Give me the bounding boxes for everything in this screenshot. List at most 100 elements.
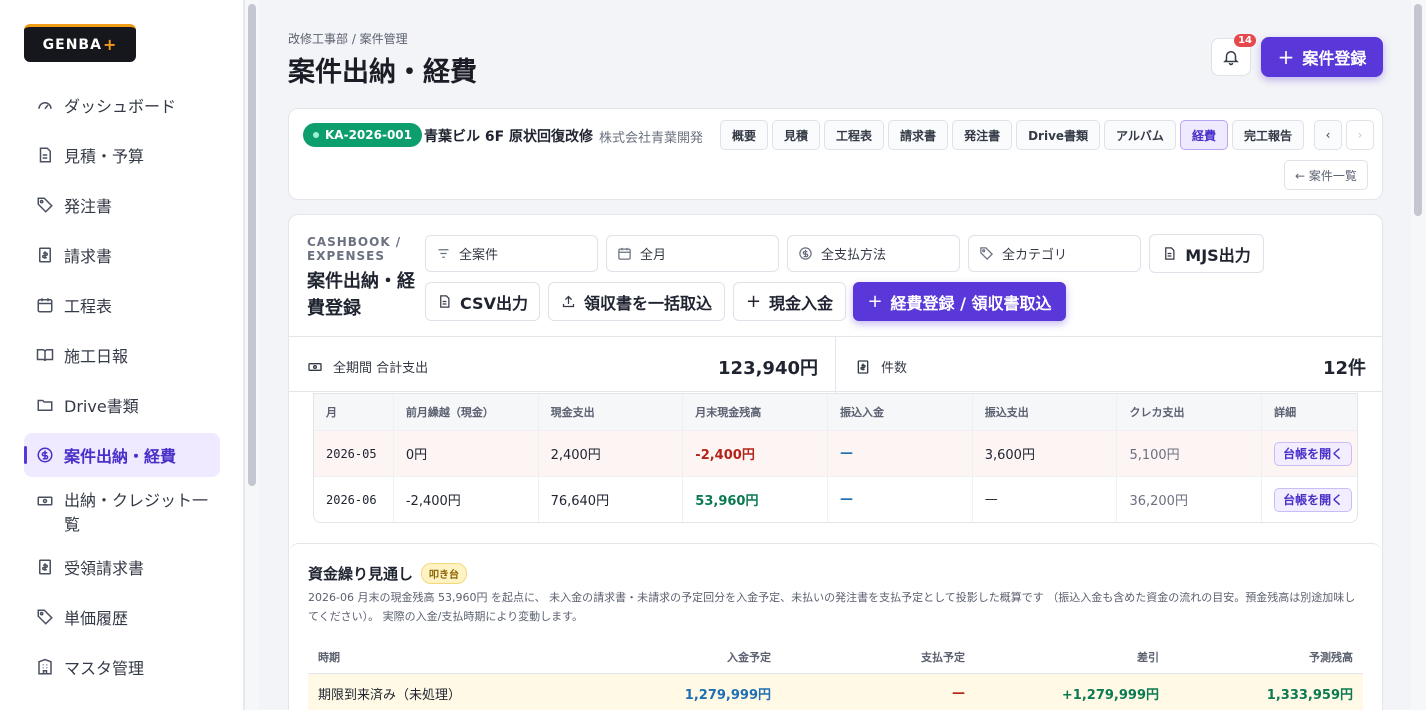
month-cell: 2026-06 [314, 477, 394, 522]
tabs-prev-button[interactable]: ‹ [1313, 120, 1342, 150]
column-header: 月末現金残高 [683, 394, 829, 430]
forecast-title-text: 資金繰り見通し [308, 565, 414, 583]
tag-icon [979, 246, 994, 261]
sidebar-item-label: 単価履歴 [64, 609, 129, 628]
total-expense-label: 全期間 合計支出 [307, 357, 428, 376]
tab-estimate[interactable]: 見積 [772, 120, 821, 150]
sidebar-item-received-invoice[interactable]: 受領請求書 [24, 545, 220, 589]
sidebar-item-cash-credit-list[interactable]: 出納・クレジット一覧 [24, 483, 220, 539]
project-filter-select[interactable]: 全案件 [425, 235, 598, 272]
invoice-icon [36, 558, 54, 576]
tab-overview[interactable]: 概要 [720, 120, 769, 150]
tab-schedule[interactable]: 工程表 [824, 120, 885, 150]
forecast-table: 時期 入金予定 支払予定 差引 予測残高 期限到来済み（未処理） 1,279,9… [308, 640, 1363, 710]
sidebar-item-price-history[interactable]: 単価履歴 [24, 595, 220, 639]
sidebar-item-drive[interactable]: Drive書類 [24, 383, 220, 427]
carry-over-cell: -2,400円 [394, 477, 539, 522]
total-expense-label-text: 全期間 合計支出 [333, 361, 429, 376]
card-expense-cell: 5,100円 [1117, 431, 1263, 476]
tab-drive[interactable]: Drive書類 [1016, 120, 1101, 150]
column-header: 振込入金 [828, 394, 973, 430]
sidebar-item-label: 工程表 [64, 297, 113, 316]
book-icon [36, 346, 54, 364]
notification-button[interactable]: 14 [1211, 34, 1256, 76]
table-header-row: 月 前月繰越（現金） 現金支出 月末現金残高 振込入金 振込支出 クレカ支出 詳… [314, 394, 1357, 430]
sidebar-item-purchase-order[interactable]: 発注書 [24, 183, 220, 227]
project-tabs: 概要 見積 工程表 請求書 発注書 Drive書類 アルバム 経費 完工報告 ‹… [720, 120, 1378, 150]
income-cell: 1,279,999円 [684, 687, 771, 703]
sidebar-item-label: 施工日報 [64, 347, 129, 366]
column-header: 時期 [318, 650, 340, 664]
transfer-out-cell: — [973, 477, 1118, 522]
upload-icon [561, 294, 576, 309]
csv-export-label: CSV出力 [460, 293, 528, 313]
sidebar-item-daily-report[interactable]: 施工日報 [24, 333, 220, 377]
bell-icon [1223, 51, 1239, 66]
plus-icon: + [1277, 45, 1295, 69]
table-header-row: 時期 入金予定 支払予定 差引 予測残高 [308, 640, 1363, 674]
category-filter-value: 全カテゴリ [1002, 248, 1068, 263]
category-filter-select[interactable]: 全カテゴリ [968, 235, 1141, 272]
sidebar-item-schedule[interactable]: 工程表 [24, 283, 220, 327]
dollar-circle-icon [36, 446, 54, 464]
payment-cell: — [952, 685, 965, 701]
app-logo[interactable]: GENBA + [24, 24, 136, 62]
project-filter-value: 全案件 [459, 248, 499, 263]
register-expense-button[interactable]: + 経費登録 / 領収書取込 [853, 282, 1066, 321]
building-icon [36, 658, 54, 676]
csv-export-button[interactable]: CSV出力 [425, 282, 540, 321]
logo-text: GENBA [42, 36, 102, 53]
mjs-export-label: MJS出力 [1185, 245, 1251, 265]
sidebar-item-label: 発注書 [64, 197, 113, 216]
forecast-title: 資金繰り見通し 叩き台 [308, 563, 468, 584]
tab-album[interactable]: アルバム [1104, 120, 1176, 150]
open-ledger-button[interactable]: 台帳を開く [1274, 441, 1353, 466]
new-project-button[interactable]: + 案件登録 [1261, 37, 1383, 77]
cash-out-cell: 2,400円 [539, 431, 684, 476]
back-to-project-list-button[interactable]: ← 案件一覧 [1284, 160, 1368, 190]
sidebar-item-label: Drive書類 [64, 397, 139, 416]
payment-method-filter-select[interactable]: 全支払方法 [787, 235, 960, 272]
cash-out-cell: 76,640円 [539, 477, 684, 522]
sidebar-scrollbar[interactable] [244, 0, 259, 710]
bulk-receipt-import-button[interactable]: 領収書を一括取込 [548, 282, 725, 321]
sidebar-item-estimate[interactable]: 見積・予算 [24, 133, 220, 177]
month-filter-select[interactable]: 全月 [606, 235, 779, 272]
month-end-balance-cell: 53,960円 [683, 477, 829, 522]
sidebar-item-master[interactable]: マスタ管理 [24, 645, 220, 689]
sidebar-item-label: マスタ管理 [64, 659, 145, 678]
tab-invoice[interactable]: 請求書 [888, 120, 949, 150]
page-scrollbar[interactable] [1411, 0, 1426, 710]
open-ledger-button[interactable]: 台帳を開く [1274, 487, 1353, 512]
sidebar-item-cashbook[interactable]: 案件出納・経費 [24, 433, 220, 477]
column-header: 入金予定 [727, 650, 771, 664]
column-header: 詳細 [1274, 406, 1297, 419]
project-client: 株式会社青葉開発 [599, 131, 704, 146]
tab-expenses[interactable]: 経費 [1179, 120, 1228, 150]
cashflow-forecast-section: 資金繰り見通し 叩き台 2026-06 月末の現金残高 53,960円 を起点に… [289, 543, 1382, 710]
detail-cell: 台帳を開く [1262, 431, 1357, 476]
page-scrollbar-thumb[interactable] [1414, 4, 1422, 216]
notification-count-badge: 14 [1234, 34, 1256, 47]
forecast-description: 2026-06 月末の現金残高 53,960円 を起点に、 未入金の請求書・未請… [308, 591, 1356, 623]
breadcrumb[interactable]: 改修工事部 / 案件管理 [288, 30, 408, 47]
sidebar-item-invoice[interactable]: 請求書 [24, 233, 220, 277]
gauge-icon [36, 96, 54, 114]
column-header: 予測残高 [1309, 650, 1353, 664]
card-expense-cell: 36,200円 [1117, 477, 1263, 522]
sidebar-item-label: ダッシュボード [64, 97, 177, 116]
sidebar-item-dashboard[interactable]: ダッシュボード [24, 83, 220, 127]
column-header: 差引 [1137, 650, 1159, 664]
tab-completion-report[interactable]: 完工報告 [1231, 120, 1304, 150]
mjs-export-button[interactable]: MJS出力 [1149, 234, 1264, 273]
transfer-out-cell: 3,600円 [973, 431, 1118, 476]
sidebar-item-label: 案件出納・経費 [64, 447, 177, 466]
tab-purchase-order[interactable]: 発注書 [952, 120, 1013, 150]
cashbook-subtitle: CASHBOOK / EXPENSES [307, 235, 402, 263]
column-header: 月 [314, 394, 394, 430]
cash-deposit-button[interactable]: + 現金入金 [733, 282, 846, 321]
tabs-next-button[interactable]: › [1345, 120, 1374, 150]
sidebar-item-label: 出納・クレジット一覧 [64, 491, 209, 534]
sidebar-scrollbar-thumb[interactable] [248, 4, 256, 486]
document-icon [36, 146, 54, 164]
